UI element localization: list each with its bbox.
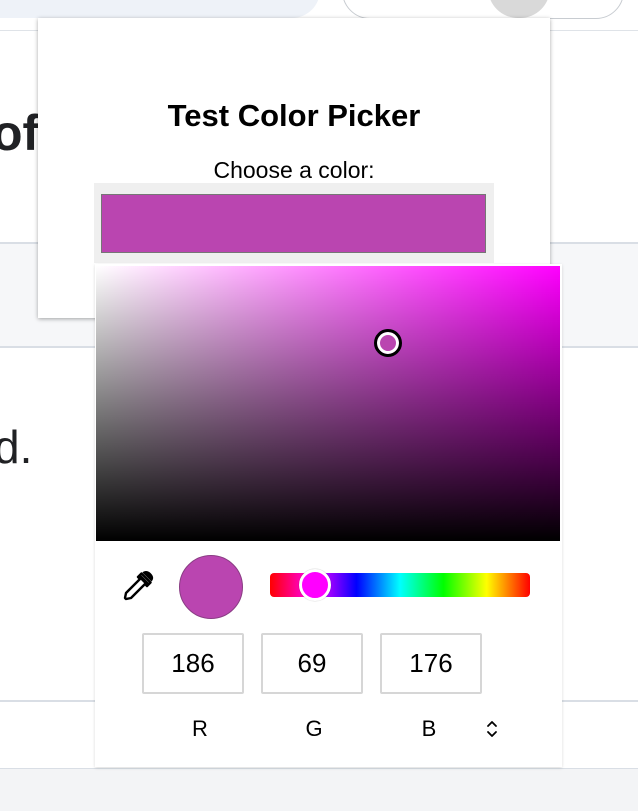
- blue-value-input[interactable]: [380, 633, 482, 694]
- eyedropper-icon[interactable]: [119, 569, 155, 605]
- background-text-fragment: d.: [0, 421, 33, 473]
- background-footer: [0, 768, 638, 811]
- hue-slider[interactable]: [270, 569, 530, 601]
- background-search-bar: [0, 0, 320, 18]
- page-title: Test Color Picker: [167, 98, 421, 133]
- color-preview-swatch: [179, 555, 243, 619]
- background-toggle-pill: [342, 0, 624, 19]
- color-input[interactable]: [94, 183, 494, 263]
- saturation-value-area[interactable]: [96, 266, 560, 541]
- red-label: R: [192, 716, 208, 741]
- blue-label: B: [421, 716, 437, 741]
- hue-slider-thumb[interactable]: [298, 569, 331, 601]
- color-input-label: Choose a color:: [213, 157, 375, 183]
- green-value-input[interactable]: [261, 633, 363, 694]
- up-down-chevron-icon[interactable]: [481, 717, 503, 741]
- background-heading-fragment: of: [0, 105, 40, 161]
- red-value-input[interactable]: [142, 633, 244, 694]
- green-label: G: [305, 716, 323, 741]
- color-picker-popup: R G B: [95, 264, 562, 767]
- color-input-swatch: [101, 194, 486, 253]
